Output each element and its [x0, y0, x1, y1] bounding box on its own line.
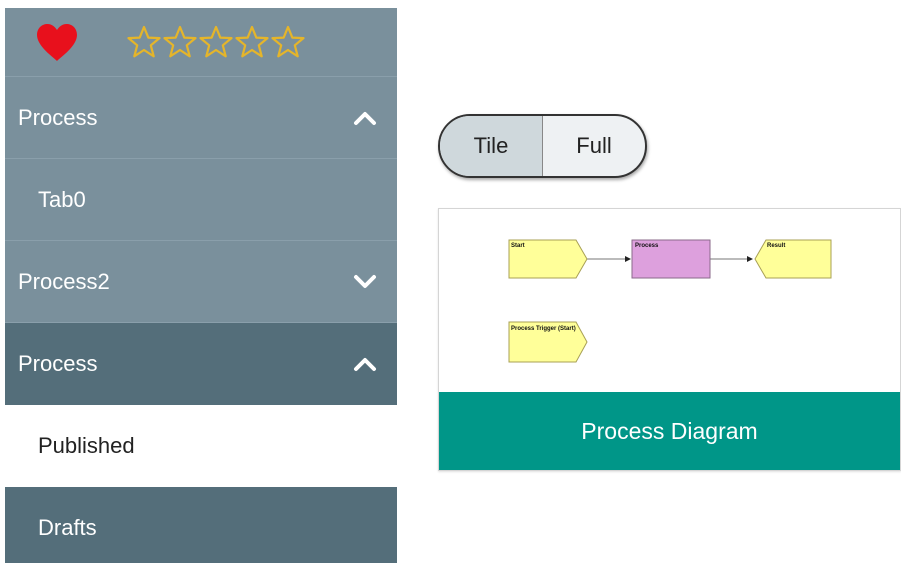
sidebar-item-label: Process2 [18, 268, 110, 294]
diagram-node-label: Result [767, 243, 785, 249]
star-icon[interactable] [163, 25, 197, 59]
chevron-up-icon[interactable] [353, 110, 377, 126]
star-icon[interactable] [235, 25, 269, 59]
chevron-down-icon[interactable] [353, 274, 377, 290]
star-icon[interactable] [127, 25, 161, 59]
diagram-node-label: Process [635, 243, 659, 249]
full-view-button[interactable]: Full [543, 116, 645, 176]
sidebar-item-process-active[interactable]: Process [5, 323, 397, 405]
tile-view-button[interactable]: Tile [440, 116, 543, 176]
sidebar-item-label: Process [18, 104, 98, 130]
card-title: Process Diagram [439, 392, 900, 470]
sidebar-item-process2[interactable]: Process2 [5, 241, 397, 323]
page: Process Tab0 Process2 Process Published … [0, 0, 901, 563]
sidebar-item-drafts[interactable]: Drafts [5, 487, 397, 563]
star-icon[interactable] [271, 25, 305, 59]
process-diagram-card[interactable]: Start Process Result Process Trigger (St… [438, 208, 901, 471]
view-toggle: Tile Full [438, 114, 647, 178]
sidebar-item-label: Published [38, 433, 135, 458]
diagram-node-label: Process Trigger (Start) [511, 326, 576, 332]
diagram-node-label: Start [511, 243, 525, 249]
star-rating [127, 25, 305, 59]
sidebar-item-label: Drafts [38, 515, 97, 540]
sidebar-item-label: Tab0 [38, 186, 86, 212]
heart-icon[interactable] [35, 22, 79, 62]
process-diagram-thumbnail: Start Process Result Process Trigger (St… [508, 239, 832, 363]
sidebar-item-tab0[interactable]: Tab0 [5, 159, 397, 241]
sidebar-item-process[interactable]: Process [5, 77, 397, 159]
rating-bar [5, 8, 397, 77]
sidebar-item-published[interactable]: Published [5, 405, 397, 487]
star-icon[interactable] [199, 25, 233, 59]
chevron-up-icon[interactable] [353, 356, 377, 372]
sidebar-item-label: Process [18, 351, 98, 376]
sidebar: Process Tab0 Process2 Process Published … [5, 8, 397, 563]
